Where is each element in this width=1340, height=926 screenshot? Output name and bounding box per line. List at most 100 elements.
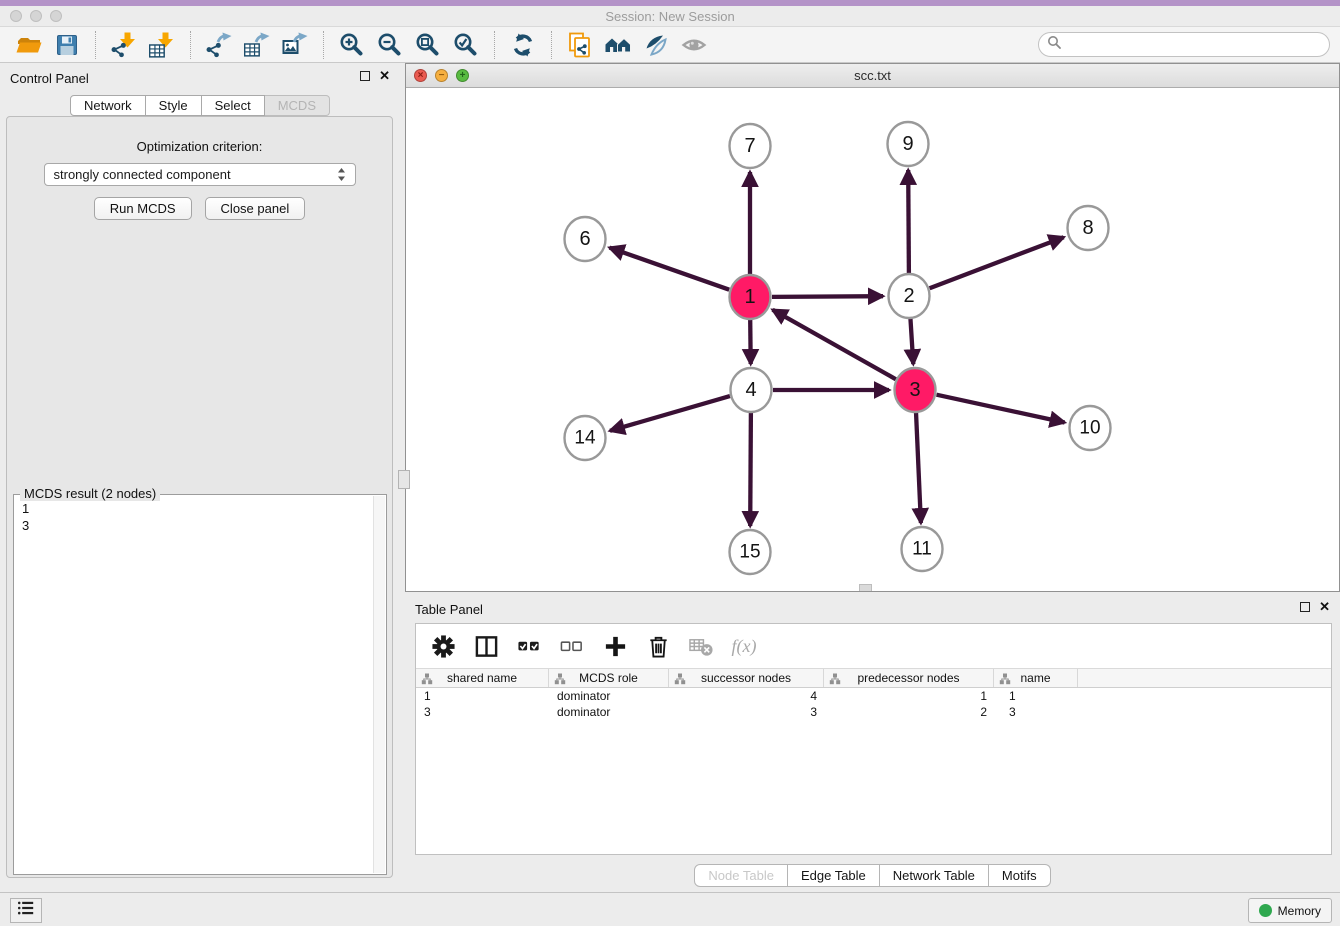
cell[interactable]: 4 bbox=[669, 688, 824, 704]
tab-motifs[interactable]: Motifs bbox=[989, 864, 1051, 887]
network-zoom-icon[interactable]: + bbox=[456, 69, 469, 82]
cell[interactable]: 3 bbox=[416, 704, 549, 720]
graph-edge-3-10[interactable] bbox=[937, 395, 1065, 423]
graph-node-3[interactable]: 3 bbox=[895, 368, 936, 412]
column-header-predecessor-nodes[interactable]: predecessor nodes bbox=[824, 669, 994, 687]
window-traffic-lights-inactive bbox=[10, 10, 62, 22]
export-network-icon[interactable] bbox=[204, 31, 234, 59]
memory-button[interactable]: Memory bbox=[1248, 898, 1332, 923]
delete-icon[interactable] bbox=[645, 633, 671, 659]
save-session-icon[interactable] bbox=[52, 31, 82, 59]
import-table-icon[interactable] bbox=[147, 31, 177, 59]
select-chevrons-icon bbox=[337, 167, 346, 182]
minimize-window-icon[interactable] bbox=[30, 10, 42, 22]
close-window-icon[interactable] bbox=[10, 10, 22, 22]
column-header-MCDS-role[interactable]: MCDS role bbox=[549, 669, 669, 687]
network-resize-handle[interactable] bbox=[859, 584, 872, 591]
graph-node-9[interactable]: 9 bbox=[888, 122, 929, 166]
table-row[interactable]: 1dominator411 bbox=[416, 688, 1331, 704]
graph-edge-3-11[interactable] bbox=[916, 412, 921, 523]
search-box[interactable] bbox=[1038, 32, 1330, 57]
tab-mcds[interactable]: MCDS bbox=[265, 95, 330, 116]
open-session-icon[interactable] bbox=[14, 31, 44, 59]
table-row[interactable]: 3dominator323 bbox=[416, 704, 1331, 720]
tab-select[interactable]: Select bbox=[202, 95, 265, 116]
search-input[interactable] bbox=[1066, 38, 1321, 52]
cell[interactable]: 3 bbox=[994, 704, 1078, 720]
graph-edge-1-6[interactable] bbox=[610, 248, 730, 290]
task-history-button[interactable] bbox=[10, 898, 42, 923]
gear-icon[interactable] bbox=[430, 633, 456, 659]
graph-node-11[interactable]: 11 bbox=[902, 527, 943, 571]
network-close-icon[interactable]: × bbox=[414, 69, 427, 82]
show-graphics-details-icon[interactable] bbox=[641, 31, 671, 59]
graph-edge-2-3[interactable] bbox=[910, 318, 913, 364]
cell[interactable]: 1 bbox=[824, 688, 994, 704]
mcds-tab-content: Optimization criterion: strongly connect… bbox=[6, 116, 393, 878]
close-panel-icon[interactable]: ✕ bbox=[379, 71, 390, 81]
network-graph[interactable]: 7 9 6 8 1 2 4 3 14 10 15 11 bbox=[406, 88, 1339, 591]
column-header-successor-nodes[interactable]: successor nodes bbox=[669, 669, 824, 687]
network-window-titlebar[interactable]: × − + scc.txt bbox=[406, 64, 1339, 88]
graph-node-10[interactable]: 10 bbox=[1070, 406, 1111, 450]
cell[interactable]: 3 bbox=[669, 704, 824, 720]
new-network-from-selection-icon[interactable] bbox=[565, 31, 595, 59]
run-mcds-button[interactable]: Run MCDS bbox=[94, 197, 192, 220]
graph-edge-4-14[interactable] bbox=[610, 396, 730, 431]
graph-edge-3-1[interactable] bbox=[773, 310, 896, 379]
control-panel: Control Panel ✕ NetworkStyleSelectMCDS O… bbox=[0, 63, 400, 892]
column-header-name[interactable]: name bbox=[994, 669, 1078, 687]
result-scrollbar[interactable] bbox=[373, 496, 385, 873]
cell[interactable]: 1 bbox=[416, 688, 549, 704]
graph-node-14[interactable]: 14 bbox=[565, 416, 606, 460]
graph-node-6[interactable]: 6 bbox=[565, 217, 606, 261]
add-icon[interactable] bbox=[602, 633, 628, 659]
graph-edge-1-2[interactable] bbox=[772, 296, 883, 297]
float-table-panel-icon[interactable] bbox=[1300, 602, 1310, 612]
zoom-window-icon[interactable] bbox=[50, 10, 62, 22]
optimization-criterion-select[interactable]: strongly connected component bbox=[44, 163, 356, 186]
float-panel-icon[interactable] bbox=[360, 71, 370, 81]
graph-node-4[interactable]: 4 bbox=[731, 368, 772, 412]
network-canvas[interactable]: 7 9 6 8 1 2 4 3 14 10 15 11 bbox=[406, 88, 1339, 591]
tab-network[interactable]: Network bbox=[70, 95, 146, 116]
graph-node-1[interactable]: 1 bbox=[730, 275, 771, 319]
tab-style[interactable]: Style bbox=[146, 95, 202, 116]
column-header-shared-name[interactable]: shared name bbox=[416, 669, 549, 687]
network-minimize-icon[interactable]: − bbox=[435, 69, 448, 82]
graph-node-8[interactable]: 8 bbox=[1068, 206, 1109, 250]
cell[interactable]: 1 bbox=[994, 688, 1078, 704]
tab-node-table[interactable]: Node Table bbox=[694, 864, 788, 887]
graph-edge-4-15[interactable] bbox=[750, 412, 751, 526]
export-image-icon[interactable] bbox=[280, 31, 310, 59]
graph-node-15[interactable]: 15 bbox=[730, 530, 771, 574]
graph-node-7[interactable]: 7 bbox=[730, 124, 771, 168]
attribute-icon bbox=[554, 673, 566, 688]
first-neighbors-icon[interactable] bbox=[603, 31, 633, 59]
import-network-icon[interactable] bbox=[109, 31, 139, 59]
graph-edge-1-4[interactable] bbox=[750, 319, 751, 364]
zoom-in-icon[interactable] bbox=[337, 31, 367, 59]
tab-network-table[interactable]: Network Table bbox=[880, 864, 989, 887]
zoom-out-icon[interactable] bbox=[375, 31, 405, 59]
columns-icon[interactable] bbox=[473, 633, 499, 659]
cell[interactable]: dominator bbox=[549, 688, 669, 704]
zoom-selected-icon[interactable] bbox=[451, 31, 481, 59]
graph-node-2[interactable]: 2 bbox=[889, 274, 930, 318]
select-all-icon[interactable] bbox=[516, 633, 542, 659]
mcds-result-text[interactable]: 13 bbox=[15, 497, 372, 873]
zoom-fit-icon[interactable] bbox=[413, 31, 443, 59]
panel-splitter-handle[interactable] bbox=[398, 470, 410, 489]
close-panel-button[interactable]: Close panel bbox=[205, 197, 306, 220]
graph-edge-2-8[interactable] bbox=[930, 237, 1064, 288]
export-table-icon[interactable] bbox=[242, 31, 272, 59]
svg-text:3: 3 bbox=[909, 379, 920, 401]
deselect-all-icon[interactable] bbox=[559, 633, 585, 659]
graph-edge-2-9[interactable] bbox=[908, 170, 909, 274]
apply-layout-icon[interactable] bbox=[508, 31, 538, 59]
cell[interactable]: 2 bbox=[824, 704, 994, 720]
tab-edge-table[interactable]: Edge Table bbox=[788, 864, 880, 887]
cell[interactable]: dominator bbox=[549, 704, 669, 720]
svg-text:8: 8 bbox=[1082, 217, 1093, 239]
close-table-panel-icon[interactable]: ✕ bbox=[1319, 602, 1330, 612]
